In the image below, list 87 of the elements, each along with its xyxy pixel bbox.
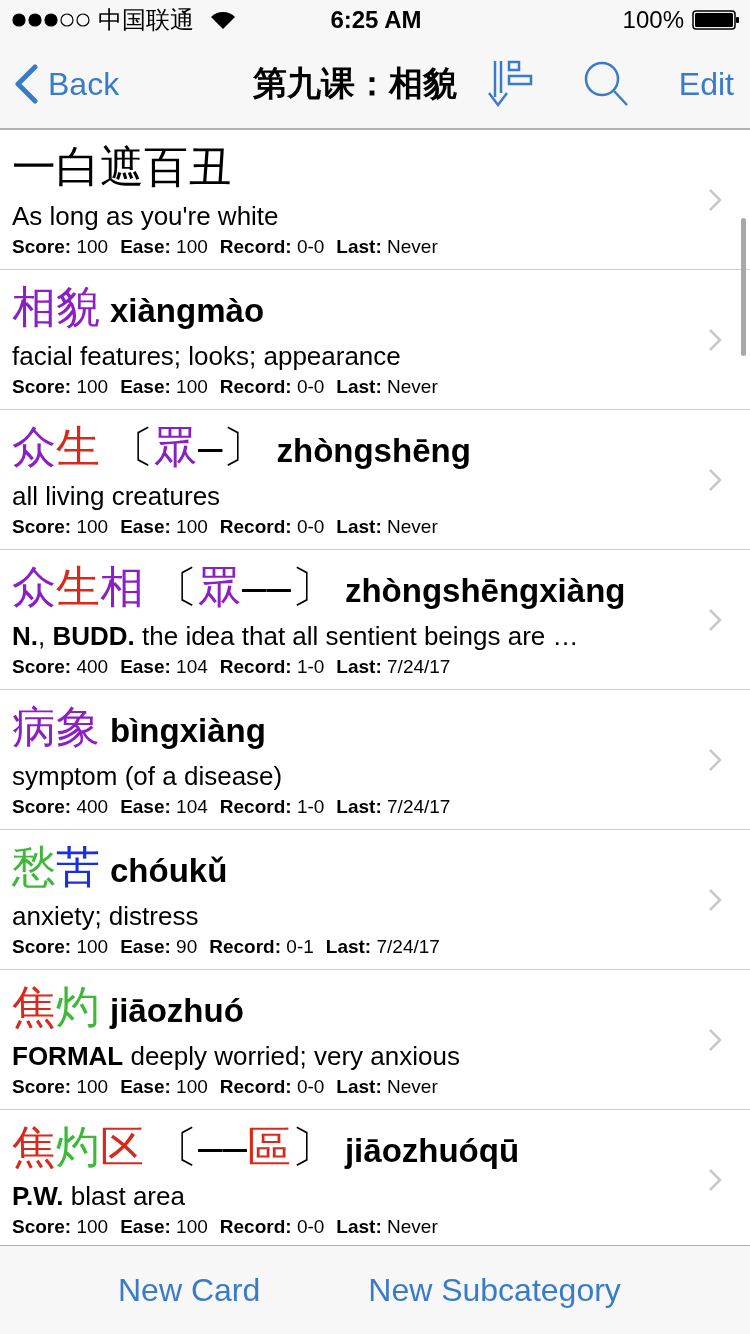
pinyin: bìngxiàng [110, 711, 266, 750]
headword: 焦灼区 [12, 1120, 144, 1173]
stat-text: Ease: 100 [120, 374, 208, 399]
stat-text: Last: 7/24/17 [336, 654, 451, 679]
stat-text: Ease: 100 [120, 234, 208, 259]
headword: 焦灼 [12, 980, 100, 1033]
stat-text: Record: 0-1 [209, 934, 314, 959]
definition: As long as you're white [12, 199, 280, 233]
stat-text: Record: 1-0 [219, 654, 325, 679]
stat-text: Ease: 100 [120, 1074, 208, 1099]
stat-text: Ease: 100 [120, 1214, 208, 1239]
card-row[interactable]: 愁苦 chóukǔ anxiety; distress Score: 100 Ease: 90 Record: 0-1 Last: 7/24/17 [0, 830, 750, 970]
search-button[interactable] [582, 60, 629, 108]
chevron-right-icon [708, 887, 722, 912]
definition: P.W. blast area [12, 1179, 186, 1213]
headword: 众生 [12, 420, 100, 473]
card-row[interactable]: 众生 〔眾–〕 zhòngshēng all living creatures Score: 100 Ease: 100 Record: 0-0 Last: Never [0, 410, 750, 550]
definition: facial features; looks; appearance [12, 339, 402, 373]
stat-text: Score: 400 [12, 654, 109, 679]
stat-text: Score: 400 [12, 794, 109, 819]
signal-icon [12, 13, 90, 27]
stat-text: Score: 100 [12, 374, 109, 399]
chevron-right-icon [708, 327, 722, 352]
pinyin: jiāozhuó [110, 991, 244, 1030]
definition: all living creatures [12, 479, 222, 513]
traditional-form: 〔––區〕 [154, 1120, 335, 1173]
stat-text: Score: 100 [12, 514, 109, 539]
edit-button[interactable]: Edit [678, 65, 734, 103]
back-button[interactable]: Back [14, 64, 120, 104]
stat-text: Record: 0-0 [219, 234, 325, 259]
definition: symptom (of a disease) [12, 759, 284, 793]
sort-icon [486, 59, 533, 109]
toolbar-button[interactable]: New Subcategory [368, 1271, 621, 1309]
stat-text: Ease: 104 [120, 794, 208, 819]
definition: FORMAL deeply worried; very anxious [12, 1039, 461, 1073]
toolbar-button[interactable]: New Card [118, 1271, 261, 1309]
headword: 愁苦 [12, 840, 100, 893]
battery-icon [692, 10, 740, 30]
chevron-right-icon [708, 187, 722, 212]
wifi-icon [210, 10, 236, 30]
stat-text: Score: 100 [12, 234, 109, 259]
traditional-form: 〔眾–〕 [110, 420, 267, 473]
pinyin: chóukǔ [110, 851, 228, 890]
chevron-right-icon [708, 607, 722, 632]
pinyin: zhòngshēngxiàng [344, 571, 626, 610]
headword: 众生相 [12, 560, 144, 613]
stat-text: Ease: 104 [120, 654, 208, 679]
pinyin: zhòngshēng [276, 431, 471, 470]
stat-text: Record: 1-0 [219, 794, 325, 819]
stat-text: Last: 7/24/17 [325, 934, 440, 959]
card-row[interactable]: 众生相 〔眾––〕 zhòngshēngxiàng N., BUDD. the idea that all sentient beings are … Score: 400 Ease: 104 Record: 1-0 Last: 7/24/17 [0, 550, 750, 690]
stat-text: Record: 0-0 [219, 514, 325, 539]
stat-text: Ease: 100 [120, 514, 208, 539]
card-row[interactable]: 病象 bìngxiàng symptom (of a disease) Score: 400 Ease: 104 Record: 1-0 Last: 7/24/17 [0, 690, 750, 830]
stat-text: Last: Never [336, 234, 438, 259]
stat-text: Score: 100 [12, 934, 109, 959]
chevron-left-icon [14, 64, 38, 104]
sort-button[interactable] [486, 59, 533, 109]
battery-percent: 100% [622, 6, 684, 34]
stat-text: Last: Never [336, 1214, 438, 1239]
chevron-right-icon [708, 467, 722, 492]
pinyin: xiàngmào [110, 291, 265, 330]
stat-text: Last: 7/24/17 [336, 794, 451, 819]
traditional-form: 〔眾––〕 [154, 560, 335, 613]
headword: 病象 [12, 700, 100, 753]
card-row[interactable]: 焦灼 jiāozhuó FORMAL deeply worried; very anxious Score: 100 Ease: 100 Record: 0-0 Last: Never [0, 970, 750, 1110]
definition: N., BUDD. the idea that all sentient beings are … [12, 619, 580, 653]
pinyin: jiāozhuóqū [344, 1131, 520, 1170]
stat-text: Score: 100 [12, 1074, 109, 1099]
stat-text: Ease: 90 [120, 934, 198, 959]
stat-text: Score: 100 [12, 1214, 109, 1239]
stat-text: Last: Never [336, 1074, 438, 1099]
nav-title: 第九课：相貌 [252, 63, 457, 104]
chevron-right-icon [708, 747, 722, 772]
chevron-right-icon [708, 1027, 722, 1052]
definition: anxiety; distress [12, 899, 200, 933]
stat-text: Record: 0-0 [219, 374, 325, 399]
stat-text: Last: Never [336, 374, 438, 399]
stat-text: Last: Never [336, 514, 438, 539]
search-icon [582, 60, 629, 108]
headword: 相貌 [12, 280, 100, 333]
clock-time: 6:25 AM [330, 6, 422, 34]
stat-text: Record: 0-0 [219, 1214, 325, 1239]
headword: 一白遮百丑 [12, 140, 232, 193]
stat-text: Record: 0-0 [219, 1074, 325, 1099]
carrier-name: 中国联通 [98, 5, 194, 35]
chevron-right-icon [708, 1167, 722, 1192]
